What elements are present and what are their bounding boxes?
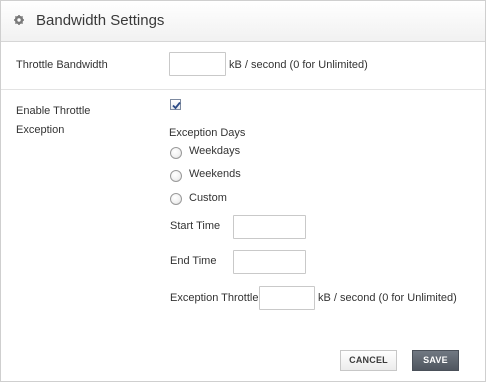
enable-exception-label-line2: Exception: [16, 124, 65, 136]
exception-days-label: Exception Days: [169, 127, 246, 139]
weekends-label: Weekends: [189, 168, 241, 180]
bandwidth-settings-panel: Bandwidth Settings Throttle Bandwidth kB…: [0, 0, 486, 382]
start-time-input[interactable]: [233, 215, 306, 239]
weekdays-label: Weekdays: [189, 145, 241, 157]
exception-throttle-label: Exception Throttle: [170, 292, 259, 304]
throttle-unit-label: kB / second (0 for Unlimited): [229, 59, 368, 71]
end-time-input[interactable]: [233, 250, 306, 274]
throttle-bandwidth-input[interactable]: [169, 52, 226, 76]
save-button[interactable]: SAVE: [412, 350, 459, 371]
custom-label: Custom: [189, 192, 227, 204]
radio-custom[interactable]: [170, 193, 182, 205]
enable-exception-checkbox[interactable]: [170, 99, 181, 110]
throttle-bandwidth-label: Throttle Bandwidth: [16, 59, 108, 71]
page-title: Bandwidth Settings: [36, 12, 165, 29]
gear-icon: [14, 15, 24, 25]
cancel-button[interactable]: CANCEL: [340, 350, 397, 371]
panel-header: Bandwidth Settings: [1, 1, 485, 42]
exception-throttle-unit-label: kB / second (0 for Unlimited): [318, 292, 457, 304]
section-divider: [1, 89, 485, 90]
radio-weekends[interactable]: [170, 170, 182, 182]
start-time-label: Start Time: [170, 220, 221, 232]
end-time-label: End Time: [170, 255, 217, 267]
enable-exception-label-line1: Enable Throttle: [16, 105, 91, 117]
radio-weekdays[interactable]: [170, 147, 182, 159]
checkmark-icon: [172, 101, 181, 110]
exception-throttle-input[interactable]: [259, 286, 315, 310]
